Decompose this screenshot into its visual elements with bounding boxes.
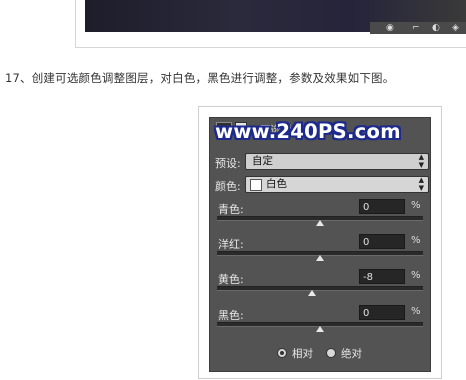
yellow-label: 黄色: [218, 273, 244, 286]
selective-color-panel: 可选颜色 预设: 自定 ▲ ▼ 颜色: 白色 ▲ ▼ 青色: 0 % 洋红: 0 %… [209, 117, 431, 372]
mask-icon: ◐ [432, 23, 440, 33]
cyan-input[interactable]: 0 [359, 199, 405, 214]
magenta-slider-thumb[interactable] [316, 255, 324, 261]
watermark: www.240PS.com [215, 120, 401, 143]
colors-dropdown[interactable]: 白色 ▲ ▼ [245, 176, 429, 193]
eye-icon: ◉ [386, 23, 394, 33]
step-instruction: 17、创建可选颜色调整图层，对白色，黑色进行调整，参数及效果如下图。 [5, 71, 395, 85]
black-unit: % [411, 306, 421, 317]
absolute-label: 绝对 [341, 348, 362, 360]
yellow-slider-track[interactable] [217, 286, 423, 291]
magenta-label: 洋红: [218, 238, 244, 251]
black-input[interactable]: 0 [359, 305, 405, 320]
preset-dropdown[interactable]: 自定 ▲ ▼ [245, 153, 429, 170]
colors-label: 颜色: [215, 180, 241, 193]
magenta-input[interactable]: 0 [359, 234, 405, 249]
cyan-label: 青色: [218, 203, 244, 216]
yellow-slider-thumb[interactable] [307, 290, 316, 296]
link-icon: ⌐ [412, 23, 420, 33]
relative-radio[interactable] [277, 348, 287, 358]
yellow-unit: % [411, 270, 421, 281]
preset-label: 预设: [215, 157, 241, 170]
colors-value: 白色 [266, 178, 287, 190]
delete-icon: ◈ [452, 23, 459, 33]
relative-label: 相对 [292, 348, 313, 360]
magenta-unit: % [411, 235, 421, 246]
cyan-unit: % [411, 200, 421, 211]
dropdown-arrows-icon: ▲ ▼ [418, 176, 424, 192]
absolute-radio[interactable] [326, 348, 336, 358]
dropdown-arrows-icon: ▲ ▼ [418, 153, 424, 169]
yellow-input[interactable]: -8 [359, 269, 405, 284]
cyan-slider-thumb[interactable] [316, 220, 324, 226]
color-swatch [250, 179, 262, 191]
black-label: 黑色: [218, 309, 244, 322]
preset-value: 自定 [252, 155, 273, 167]
black-slider-thumb[interactable] [316, 326, 324, 332]
